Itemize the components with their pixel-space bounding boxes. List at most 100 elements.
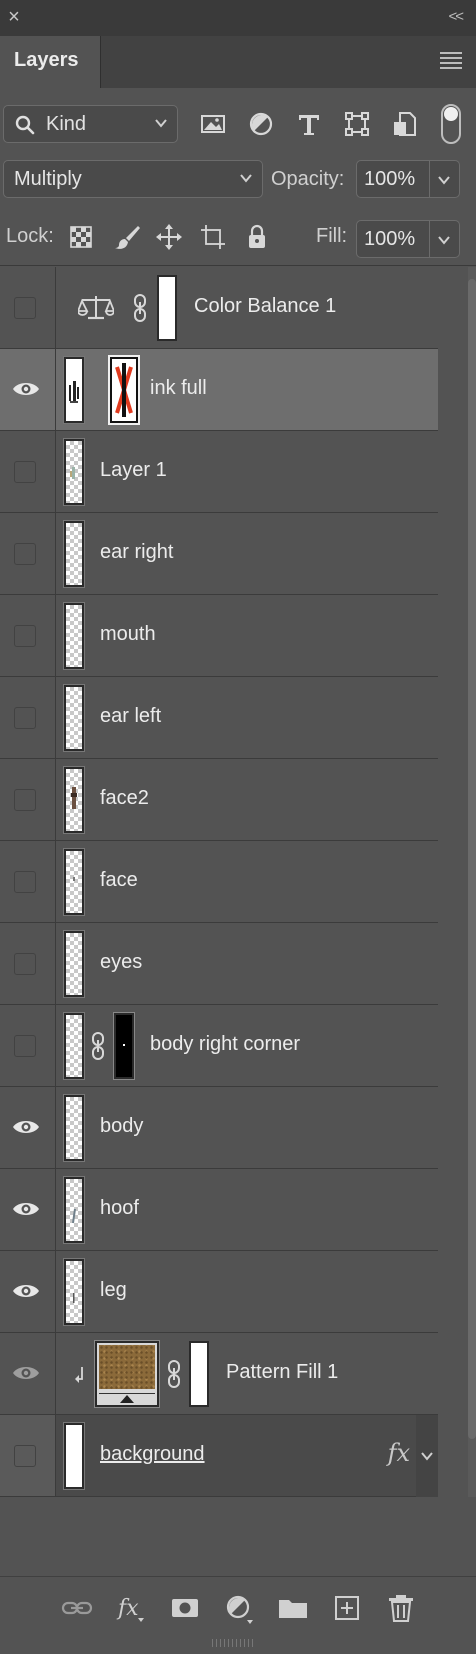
visibility-toggle[interactable] (0, 759, 56, 840)
eye-icon[interactable] (12, 1200, 40, 1218)
layer-row-mouth[interactable]: mouth (0, 595, 438, 677)
layer-thumbnail[interactable] (63, 438, 85, 506)
hamburger-menu-icon[interactable] (440, 52, 462, 72)
filter-toggle-switch[interactable] (441, 104, 461, 144)
image-filter-icon[interactable] (196, 107, 230, 141)
visibility-off-box[interactable] (14, 1445, 36, 1467)
visibility-toggle[interactable] (0, 595, 56, 676)
visibility-toggle[interactable] (0, 677, 56, 758)
layer-row-hoof[interactable]: hoof (0, 1169, 438, 1251)
layer-name[interactable]: eyes (100, 951, 142, 974)
layer-mask-thumbnail[interactable] (113, 1012, 135, 1080)
layer-row-background[interactable]: background fx (0, 1415, 438, 1497)
visibility-off-box[interactable] (14, 707, 36, 729)
visibility-toggle[interactable] (0, 1415, 56, 1496)
visibility-toggle[interactable] (0, 1169, 56, 1250)
filter-kind-select[interactable]: Kind (3, 105, 178, 143)
layer-thumbnail[interactable] (63, 1422, 85, 1490)
visibility-off-box[interactable] (14, 789, 36, 811)
fill-dropdown-button[interactable] (430, 220, 460, 258)
layer-mask-thumbnail[interactable] (108, 355, 140, 425)
layer-effects-icon[interactable]: fx (388, 1439, 410, 1467)
tab-layers[interactable]: Layers (0, 36, 101, 88)
layer-name[interactable]: ear left (100, 705, 161, 728)
layer-style-icon[interactable]: fx (114, 1591, 148, 1625)
new-layer-icon[interactable] (330, 1591, 364, 1625)
visibility-off-box[interactable] (14, 953, 36, 975)
visibility-off-box[interactable] (14, 1035, 36, 1057)
lock-artboard-icon[interactable] (198, 222, 228, 252)
layer-thumbnail[interactable] (63, 356, 85, 424)
shape-filter-icon[interactable] (340, 107, 374, 141)
visibility-toggle[interactable] (0, 1333, 56, 1414)
lock-position-icon[interactable] (154, 222, 184, 252)
effects-expand-button[interactable] (416, 1415, 438, 1497)
layer-name[interactable]: background (100, 1443, 205, 1466)
layer-name[interactable]: ink full (150, 377, 207, 400)
layer-name[interactable]: Color Balance 1 (194, 295, 336, 318)
visibility-toggle[interactable] (0, 267, 56, 348)
layer-row-face[interactable]: face (0, 841, 438, 923)
layer-name[interactable]: body right corner (150, 1033, 300, 1056)
layer-row-ear-right[interactable]: ear right (0, 513, 438, 595)
close-icon[interactable]: × (4, 7, 24, 27)
layer-thumbnail[interactable] (63, 1176, 85, 1244)
opacity-input[interactable]: 100% (356, 160, 430, 198)
layer-name[interactable]: face (100, 869, 138, 892)
pattern-fill-thumbnail[interactable] (94, 1340, 160, 1408)
layer-thumbnail[interactable] (63, 602, 85, 670)
layer-thumbnail[interactable] (63, 520, 85, 588)
link-layers-icon[interactable] (60, 1591, 94, 1625)
adjustment-filter-icon[interactable] (244, 107, 278, 141)
layer-row-layer-1[interactable]: Layer 1 (0, 431, 438, 513)
new-group-icon[interactable] (276, 1591, 310, 1625)
scrollbar-thumb[interactable] (468, 279, 476, 1439)
layer-name[interactable]: mouth (100, 623, 156, 646)
opacity-dropdown-button[interactable] (430, 160, 460, 198)
layer-name[interactable]: hoof (100, 1197, 139, 1220)
collapse-panel-icon[interactable]: << (448, 8, 463, 25)
visibility-toggle[interactable] (0, 1251, 56, 1332)
layer-row-body-right-corner[interactable]: body right corner (0, 1005, 438, 1087)
delete-layer-icon[interactable] (384, 1591, 418, 1625)
layer-name[interactable]: leg (100, 1279, 127, 1302)
visibility-off-box[interactable] (14, 625, 36, 647)
layer-name[interactable]: Pattern Fill 1 (226, 1361, 338, 1384)
layer-name[interactable]: face2 (100, 787, 149, 810)
type-filter-icon[interactable] (292, 107, 326, 141)
add-mask-icon[interactable] (168, 1591, 202, 1625)
layer-name[interactable]: body (100, 1115, 143, 1138)
layer-thumbnail[interactable] (63, 848, 85, 916)
layer-row-eyes[interactable]: eyes (0, 923, 438, 1005)
layer-row-ear-left[interactable]: ear left (0, 677, 438, 759)
visibility-toggle[interactable] (0, 513, 56, 594)
layer-mask-thumbnail[interactable] (157, 275, 177, 341)
layer-mask-thumbnail[interactable] (189, 1341, 209, 1407)
layer-name[interactable]: Layer 1 (100, 459, 167, 482)
mask-link-icon[interactable] (91, 1031, 105, 1061)
eye-icon[interactable] (12, 380, 40, 398)
lock-all-icon[interactable] (242, 222, 272, 252)
resize-grip[interactable] (212, 1639, 256, 1647)
visibility-off-box[interactable] (14, 461, 36, 483)
visibility-off-box[interactable] (14, 543, 36, 565)
mask-link-icon[interactable] (167, 1359, 181, 1389)
layer-thumbnail[interactable] (63, 1094, 85, 1162)
visibility-toggle[interactable] (0, 1005, 56, 1086)
visibility-toggle[interactable] (0, 431, 56, 512)
eye-icon[interactable] (12, 1364, 40, 1382)
eye-icon[interactable] (12, 1282, 40, 1300)
visibility-off-box[interactable] (14, 297, 36, 319)
fill-input[interactable]: 100% (356, 220, 430, 258)
blend-mode-select[interactable]: Multiply (3, 160, 263, 198)
layer-row-leg[interactable]: leg (0, 1251, 438, 1333)
visibility-toggle[interactable] (0, 923, 56, 1004)
layer-thumbnail[interactable] (63, 766, 85, 834)
lock-image-pixels-icon[interactable] (112, 222, 142, 252)
layers-scrollbar[interactable] (438, 267, 476, 1497)
lock-transparent-pixels-icon[interactable] (66, 222, 96, 252)
layer-row-ink-full[interactable]: ink full (0, 349, 438, 431)
layer-thumbnail[interactable] (63, 1012, 85, 1080)
smart-object-filter-icon[interactable] (388, 107, 422, 141)
layer-name[interactable]: ear right (100, 541, 173, 564)
